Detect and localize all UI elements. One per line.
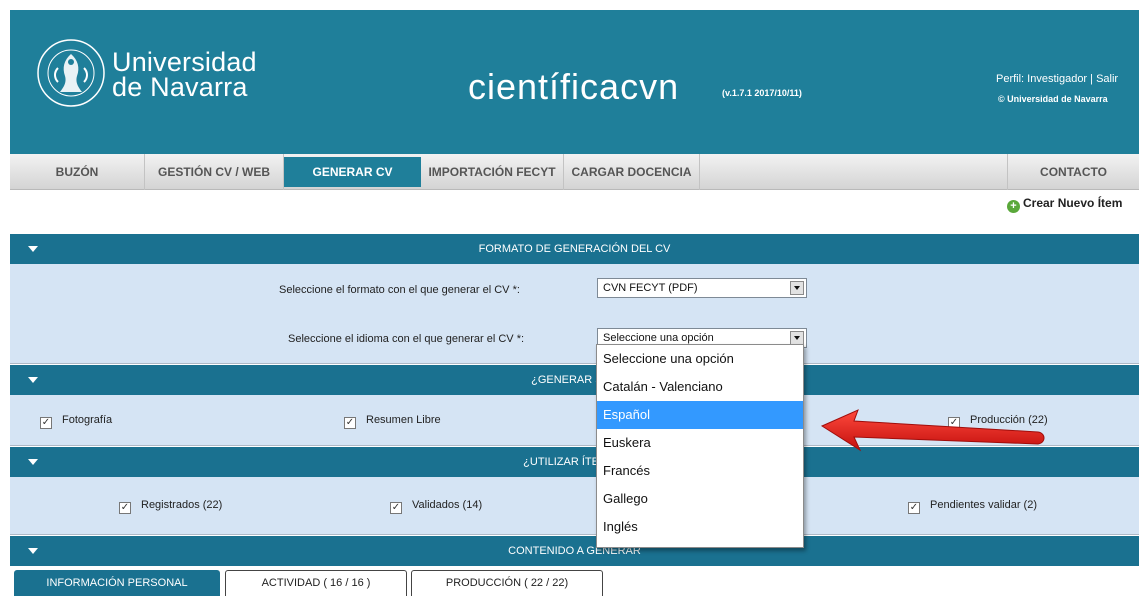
content-tabs: INFORMACIÓN PERSONAL ACTIVIDAD ( 16 / 16…	[10, 566, 1139, 596]
language-option[interactable]: Catalán - Valenciano	[597, 373, 803, 401]
nav-item-contacto[interactable]: CONTACTO	[1007, 154, 1139, 190]
format-panel: Seleccione el formato con el que generar…	[10, 264, 1139, 364]
check-label: Fotografía	[62, 414, 113, 426]
check-label: Pendientes validar (2)	[930, 499, 1038, 511]
check-label: Registrados (22)	[141, 499, 223, 511]
checkbox[interactable]: ✓	[390, 502, 402, 514]
check-registrados[interactable]: ✓ Registrados (22)	[119, 499, 222, 514]
collapse-caret-icon	[28, 377, 38, 383]
profile-logout-links[interactable]: Perfil: Investigador | Salir	[996, 73, 1118, 85]
language-option[interactable]: Euskera	[597, 429, 803, 457]
check-pendientes-validar[interactable]: ✓ Pendientes validar (2)	[908, 499, 1037, 514]
format-select-value: CVN FECYT (PDF)	[603, 282, 698, 294]
language-option[interactable]: Seleccione una opción	[597, 345, 803, 373]
checkbox[interactable]: ✓	[908, 502, 920, 514]
format-select[interactable]: CVN FECYT (PDF)	[597, 278, 807, 298]
collapse-caret-icon	[28, 459, 38, 465]
language-option[interactable]: Inglés	[597, 513, 803, 541]
section-bar-generate[interactable]: ¿GENERAR SEC	[10, 365, 1139, 395]
copyright-text: © Universidad de Navarra	[998, 94, 1108, 104]
check-resumen-libre[interactable]: ✓ Resumen Libre	[344, 414, 441, 429]
check-validados[interactable]: ✓ Validados (14)	[390, 499, 482, 514]
use-items-panel: ✓ Registrados (22) ✓ Validados (14) ✓ Pendi…	[10, 477, 1139, 535]
section-bar-content[interactable]: CONTENIDO A GENERAR	[10, 536, 1139, 566]
chevron-down-icon[interactable]	[790, 281, 804, 295]
check-label: Validados (14)	[412, 499, 483, 511]
tab-actividad[interactable]: ACTIVIDAD ( 16 / 16 )	[225, 570, 407, 596]
nav-item-gestion-cv[interactable]: GESTIÓN CV / WEB	[145, 154, 284, 190]
main-nav: BUZÓN GESTIÓN CV / WEB GENERAR CV IMPORT…	[10, 154, 1139, 190]
create-new-item-label: Crear Nuevo Ítem	[1023, 196, 1123, 210]
collapse-caret-icon	[28, 548, 38, 554]
chevron-down-icon[interactable]	[790, 331, 804, 345]
nav-item-generar-cv[interactable]: GENERAR CV	[284, 157, 421, 187]
nav-item-cargar-docencia[interactable]: CARGAR DOCENCIA	[564, 154, 700, 190]
nav-item-importacion-fecyt[interactable]: IMPORTACIÓN FECYT	[421, 154, 564, 190]
checkbox[interactable]: ✓	[40, 417, 52, 429]
app-version: (v.1.7.1 2017/10/11)	[722, 88, 802, 98]
university-seal-icon	[37, 39, 105, 107]
university-name-line2: de Navarra	[112, 72, 248, 102]
section-title-format: FORMATO DE GENERACIÓN DEL CV	[478, 243, 671, 255]
check-fotografia[interactable]: ✓ Fotografía	[40, 414, 112, 429]
university-name[interactable]: Universidad de Navarra	[112, 49, 257, 102]
create-new-item-link[interactable]: + Crear Nuevo Ítem	[1007, 196, 1122, 213]
language-select-value: Seleccione una opción	[603, 332, 714, 344]
plus-icon: +	[1007, 200, 1020, 213]
annotation-arrow-icon	[820, 409, 1045, 452]
language-option[interactable]: Francés	[597, 457, 803, 485]
language-dropdown-list[interactable]: Seleccione una opción Catalán - Valencia…	[596, 344, 804, 548]
checkbox[interactable]: ✓	[344, 417, 356, 429]
app-header: Universidad de Navarra científicacvn (v.…	[10, 10, 1139, 154]
screenshot: Universidad de Navarra científicacvn (v.…	[10, 10, 1139, 596]
tab-produccion[interactable]: PRODUCCIÓN ( 22 / 22)	[411, 570, 603, 596]
language-label: Seleccione el idioma con el que generar …	[288, 333, 525, 345]
language-option-highlighted[interactable]: Español	[597, 401, 803, 429]
collapse-caret-icon	[28, 246, 38, 252]
tab-informacion-personal[interactable]: INFORMACIÓN PERSONAL	[14, 570, 220, 596]
section-bar-format[interactable]: FORMATO DE GENERACIÓN DEL CV	[10, 234, 1139, 264]
format-label: Seleccione el formato con el que generar…	[279, 284, 520, 296]
checkbox[interactable]: ✓	[119, 502, 131, 514]
check-label: Resumen Libre	[366, 414, 441, 426]
nav-item-buzon[interactable]: BUZÓN	[10, 154, 145, 190]
language-option[interactable]: Gallego	[597, 485, 803, 513]
app-title: científicacvn	[468, 66, 680, 107]
